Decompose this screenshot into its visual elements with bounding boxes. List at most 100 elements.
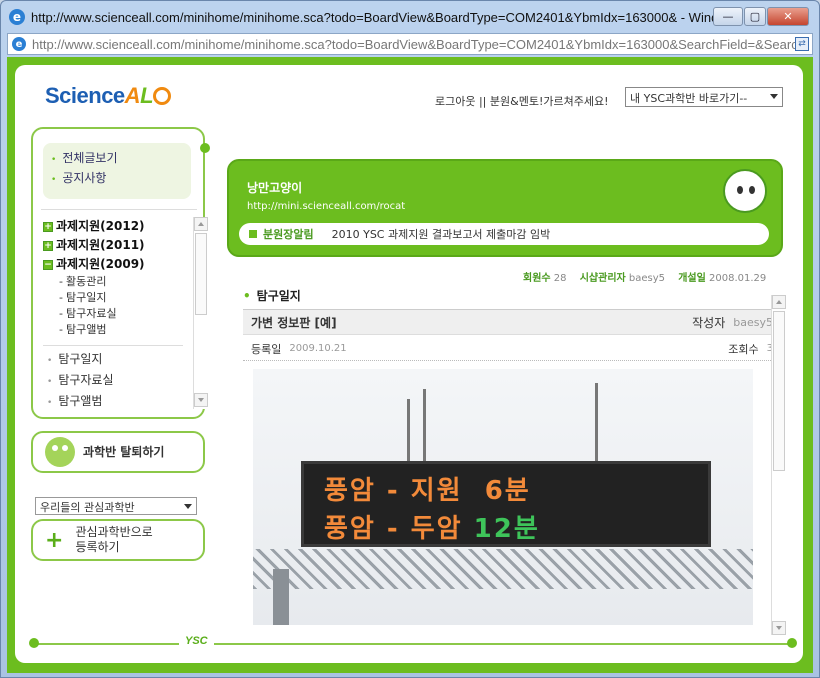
post-author: baesy5 <box>733 315 773 329</box>
scroll-up-icon[interactable] <box>772 295 786 309</box>
members-label: 회원수 <box>523 273 551 284</box>
decor-dot <box>200 143 210 153</box>
antenna <box>407 399 410 463</box>
ie-icon: e <box>9 9 25 25</box>
admin-label: 시샵관리자 <box>579 273 626 284</box>
register-label-line2: 등록하기 <box>75 540 120 554</box>
sign-line2-time: 12분 <box>473 514 540 544</box>
sidebar-menu-box: 전체글보기 공지사항 +과제지원(2012) +과제지원(2011) −과제지원… <box>31 127 210 419</box>
page-icon: e <box>12 37 26 51</box>
club-name: 낭만고양이 <box>247 181 303 195</box>
interest-select-value: 우리들의 관심과학반 <box>40 501 135 514</box>
quicklink-notice[interactable]: 공지사항 <box>51 169 183 189</box>
sidebar-scrollbar[interactable] <box>193 217 208 409</box>
post-meta: 등록일 2009.10.21 조회수 3 <box>243 337 781 361</box>
fruit-mascot-icon <box>723 169 767 213</box>
post-photo: 풍암 - 지원 6분 풍암 - 두암 12분 <box>253 369 753 625</box>
interest-club-select[interactable]: 우리들의 관심과학반 <box>35 497 197 515</box>
menu-2009[interactable]: − 과제지원(2009) <box>43 255 193 274</box>
gantry-pole <box>273 569 289 625</box>
opened-label: 개설일 <box>678 273 706 284</box>
scroll-up-icon[interactable] <box>194 217 208 231</box>
antenna <box>423 389 426 463</box>
gantry-truss <box>253 549 753 589</box>
author-label: 작성자 <box>692 315 726 330</box>
club-url[interactable]: http://mini.scienceall.com/rocat <box>247 201 405 212</box>
address-bar[interactable]: e http://www.scienceall.com/minihome/min… <box>7 33 813 55</box>
top-links[interactable]: 로그아웃 || 분원&멘토!가르쳐주세요! <box>435 93 608 109</box>
address-text: http://www.scienceall.com/minihome/minih… <box>32 36 802 52</box>
scroll-thumb[interactable] <box>773 311 785 471</box>
notice-bar[interactable]: 분원장알림 2010 YSC 과제지원 결과보고서 제출마감 임박 <box>239 223 769 245</box>
divider <box>43 338 183 346</box>
sign-line-2: 풍암 - 두암 12분 <box>324 508 540 545</box>
logo-a: A <box>124 83 141 108</box>
minimize-button[interactable]: — <box>713 7 743 26</box>
page-content: ScienceAL 로그아웃 || 분원&멘토!가르쳐주세요! 내 YSC과학반… <box>15 65 803 663</box>
quicklinks: 전체글보기 공지사항 <box>43 143 191 199</box>
register-label-line1: 관심과학반으로 <box>75 525 153 539</box>
notice-label: 분원장알림 <box>263 228 314 241</box>
traffic-sign: 풍암 - 지원 6분 풍암 - 두암 12분 <box>301 461 711 547</box>
plus-icon: + <box>45 527 64 553</box>
submenu-album[interactable]: 탐구앨범 <box>43 322 193 338</box>
club-stats: 회원수 28 시샵관리자 baesy5 개설일 2008.01.29 <box>513 269 766 284</box>
logo-l: L <box>140 83 154 108</box>
close-button[interactable]: ✕ <box>767 7 809 26</box>
ysc-shortcut-select[interactable]: 내 YSC과학반 바로가기-- <box>625 87 783 107</box>
dropdown-arrow-icon <box>184 504 192 509</box>
quicklink-all-posts[interactable]: 전체글보기 <box>51 149 183 169</box>
mascot-icon <box>45 437 75 467</box>
register-interest-button[interactable]: + 관심과학반으로 등록하기 <box>31 519 205 561</box>
page-background: ScienceAL 로그아웃 || 분원&멘토!가르쳐주세요! 내 YSC과학반… <box>7 57 813 673</box>
menu-2012-label: 과제지원(2012) <box>56 219 145 233</box>
expand-icon: + <box>43 240 53 251</box>
menu-tree: +과제지원(2012) +과제지원(2011) −과제지원(2009) 활동관리… <box>43 217 193 413</box>
collapse-icon: − <box>43 259 53 270</box>
post-date: 2009.10.21 <box>289 343 347 354</box>
menu-journal[interactable]: 탐구일지 <box>43 350 193 371</box>
notice-text: 2010 YSC 과제지원 결과보고서 제출마감 임박 <box>331 228 551 241</box>
submenu-journal[interactable]: 탐구일지 <box>43 290 193 306</box>
decor-dot <box>29 638 39 648</box>
speaker-icon <box>249 230 257 238</box>
title-bar: e http://www.scienceall.com/minihome/min… <box>1 1 819 33</box>
maximize-button[interactable]: ▢ <box>744 7 766 26</box>
admin-name: baesy5 <box>628 273 666 284</box>
ysc-select-value: 내 YSC과학반 바로가기-- <box>630 92 748 105</box>
logo-o-icon <box>153 87 172 105</box>
menu-2009-label: 과제지원(2009) <box>56 257 145 271</box>
scroll-down-icon[interactable] <box>772 621 786 635</box>
leave-club-button[interactable]: 과학반 탈퇴하기 <box>31 431 205 473</box>
footer-line <box>31 643 791 645</box>
scroll-down-icon[interactable] <box>194 393 208 407</box>
menu-2012[interactable]: + 과제지원(2012) <box>43 217 193 236</box>
antenna <box>595 383 598 463</box>
menu-album[interactable]: 탐구앨범 <box>43 392 193 413</box>
opened-date: 2008.01.29 <box>709 273 767 284</box>
scienceall-logo[interactable]: ScienceAL <box>45 83 172 109</box>
date-label: 등록일 <box>251 342 282 356</box>
ysc-footer-logo: YSC <box>179 635 214 647</box>
scroll-thumb[interactable] <box>195 233 207 315</box>
sign-line2-route: 풍암 - 두암 <box>324 514 463 544</box>
register-label: 관심과학반으로 등록하기 <box>75 525 152 555</box>
main-scrollbar[interactable] <box>771 295 786 635</box>
sign-line1-route: 풍암 - 지원 <box>324 476 463 506</box>
section-title: 탐구일지 <box>243 287 301 304</box>
sign-line-1: 풍암 - 지원 6분 <box>324 470 531 507</box>
leave-club-label: 과학반 탈퇴하기 <box>83 444 165 459</box>
divider <box>41 209 197 210</box>
menu-2011[interactable]: + 과제지원(2011) <box>43 236 193 255</box>
submenu-materials[interactable]: 탐구자료실 <box>43 306 193 322</box>
submenu-activity[interactable]: 활동관리 <box>43 274 193 290</box>
menu-materials[interactable]: 탐구자료실 <box>43 371 193 392</box>
club-header: 낭만고양이 http://mini.scienceall.com/rocat 분… <box>227 159 783 257</box>
dropdown-arrow-icon <box>770 94 778 99</box>
compat-view-icon[interactable]: ⇄ <box>795 37 809 51</box>
post-header: 가변 정보판 [예] 작성자 baesy5 <box>243 309 781 335</box>
views-label: 조회수 <box>728 342 759 356</box>
window-title: http://www.scienceall.com/minihome/minih… <box>31 9 721 25</box>
decor-dot <box>787 638 797 648</box>
post-title: 가변 정보판 [예] <box>251 315 337 330</box>
